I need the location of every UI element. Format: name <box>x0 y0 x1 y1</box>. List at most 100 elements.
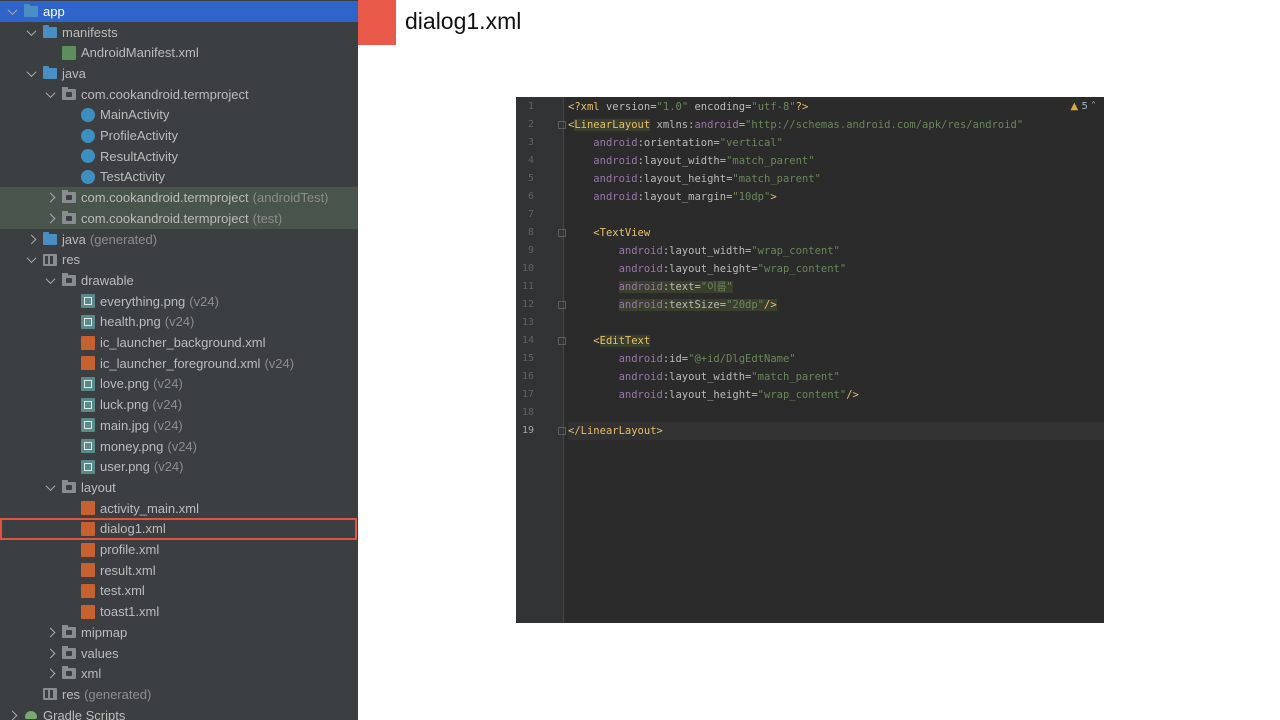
tree-item[interactable]: money.png (v24) <box>0 436 358 457</box>
class-icon <box>81 169 95 184</box>
code-token: :layout_height= <box>662 263 758 275</box>
tree-item-label: ResultActivity <box>100 148 179 164</box>
code-line[interactable]: android:layout_margin="10dp"> <box>568 188 1104 206</box>
chevron-right-icon[interactable] <box>44 629 56 636</box>
class-icon <box>81 107 95 122</box>
fold-marker-icon[interactable] <box>558 121 566 129</box>
tree-item[interactable]: result.xml <box>0 560 358 581</box>
xml-icon <box>81 542 95 557</box>
chevron-down-icon[interactable] <box>44 484 56 491</box>
tree-item[interactable]: layout <box>0 477 358 498</box>
code-token: < <box>593 335 600 347</box>
code-line[interactable]: android:layout_width="match_parent" <box>568 152 1104 170</box>
code-line[interactable]: android:id="@+id/DlgEdtName" <box>568 350 1104 368</box>
tree-item[interactable]: java <box>0 63 358 84</box>
code-line[interactable]: </LinearLayout> <box>568 422 1104 440</box>
chevron-down-icon[interactable] <box>44 91 56 98</box>
tree-item-label: Gradle Scripts <box>43 707 126 720</box>
tree-item[interactable]: toast1.xml <box>0 601 358 622</box>
chevron-right-icon[interactable] <box>6 712 18 719</box>
code-line[interactable]: android:layout_height="match_parent" <box>568 170 1104 188</box>
tree-item-suffix: (v24) <box>152 397 183 413</box>
tree-item[interactable]: user.png (v24) <box>0 456 358 477</box>
code-line[interactable] <box>568 404 1104 422</box>
tree-item[interactable]: com.cookandroid.termproject <box>0 84 358 105</box>
tree-item[interactable]: drawable <box>0 270 358 291</box>
slide-title: dialog1.xml <box>405 8 522 34</box>
fold-marker-icon[interactable] <box>558 229 566 237</box>
code-token: /> <box>764 299 777 311</box>
chevron-down-icon[interactable] <box>6 8 18 15</box>
tree-item[interactable]: app <box>0 1 358 22</box>
tree-item[interactable]: res (generated) <box>0 684 358 705</box>
tree-item-label: main.jpg <box>100 417 150 433</box>
tree-item[interactable]: Gradle Scripts <box>0 705 358 720</box>
chevron-down-icon[interactable] <box>44 277 56 284</box>
tree-item[interactable]: xml <box>0 663 358 684</box>
tree-item-suffix: (androidTest) <box>252 190 329 206</box>
code-token: "wrap_content" <box>757 263 847 275</box>
tree-item-label: MainActivity <box>100 107 170 123</box>
chevron-right-icon[interactable] <box>25 236 37 243</box>
fold-marker-icon[interactable] <box>558 337 566 345</box>
tree-item[interactable]: res <box>0 249 358 270</box>
chevron-down-icon[interactable] <box>25 70 37 77</box>
code-line[interactable]: <TextView <box>568 224 1104 242</box>
code-token: "wrap_content" <box>751 245 840 257</box>
tree-item[interactable]: health.png (v24) <box>0 312 358 333</box>
code-line[interactable]: android:text="이름" <box>568 278 1104 296</box>
tree-item[interactable]: manifests <box>0 22 358 43</box>
code-line[interactable]: <EditText <box>568 332 1104 350</box>
tree-item[interactable]: ProfileActivity <box>0 125 358 146</box>
code-line[interactable]: android:layout_width="wrap_content" <box>568 242 1104 260</box>
tree-item[interactable]: mipmap <box>0 622 358 643</box>
tree-item[interactable]: luck.png (v24) <box>0 394 358 415</box>
tree-item[interactable]: TestActivity <box>0 167 358 188</box>
tree-item[interactable]: com.cookandroid.termproject (androidTest) <box>0 187 358 208</box>
chevron-right-icon[interactable] <box>44 194 56 201</box>
tree-item[interactable]: ic_launcher_background.xml <box>0 332 358 353</box>
code-line[interactable] <box>568 206 1104 224</box>
tree-item[interactable]: activity_main.xml <box>0 498 358 519</box>
code-line[interactable]: android:layout_height="wrap_content"/> <box>568 386 1104 404</box>
tree-item[interactable]: ResultActivity <box>0 146 358 167</box>
chevron-right-icon[interactable] <box>44 670 56 677</box>
code-line[interactable]: <LinearLayout xmlns:android="http://sche… <box>568 116 1104 134</box>
chevron-right-icon[interactable] <box>44 650 56 657</box>
line-number: 16 <box>521 371 534 382</box>
img-icon <box>81 439 95 454</box>
fold-marker-icon[interactable] <box>558 301 566 309</box>
tree-item[interactable]: AndroidManifest.xml <box>0 42 358 63</box>
tree-item[interactable]: love.png (v24) <box>0 374 358 395</box>
tree-item-suffix: (v24) <box>167 438 197 454</box>
tree-item-label: love.png <box>100 376 150 392</box>
tree-item[interactable]: ic_launcher_foreground.xml (v24) <box>0 353 358 374</box>
tree-item[interactable]: main.jpg (v24) <box>0 415 358 436</box>
tree-item[interactable]: com.cookandroid.termproject (test) <box>0 208 358 229</box>
tree-item[interactable]: java (generated) <box>0 229 358 250</box>
tree-item[interactable]: profile.xml <box>0 539 358 560</box>
code-token: TextView <box>599 227 651 239</box>
code-line[interactable]: android:layout_width="match_parent" <box>568 368 1104 386</box>
chevron-down-icon[interactable] <box>25 29 37 36</box>
folder-gray-icon <box>62 624 76 638</box>
code-token: "http://schemas.android.com/apk/res/andr… <box>745 119 1024 131</box>
code-token: "wrap_content" <box>757 389 847 401</box>
code-token: :id= <box>662 353 689 365</box>
tree-item[interactable]: everything.png (v24) <box>0 291 358 312</box>
tree-item[interactable]: test.xml <box>0 581 358 602</box>
chevron-right-icon[interactable] <box>44 215 56 222</box>
code-line[interactable]: android:layout_height="wrap_content" <box>568 260 1104 278</box>
tree-item[interactable]: MainActivity <box>0 105 358 126</box>
code-editor[interactable]: 1 2 3 4 5 6 7 8 9 10 11 12 13 14 15 16 17 18 19 ▲ 5 ˄ <?xm… <box>516 97 1104 623</box>
code-line[interactable] <box>568 314 1104 332</box>
code-line[interactable]: <?xml version="1.0" encoding="utf-8"?> <box>568 98 1104 116</box>
code-line[interactable]: android:orientation="vertical" <box>568 134 1104 152</box>
chevron-down-icon[interactable] <box>25 256 37 263</box>
fold-marker-icon[interactable] <box>558 427 566 435</box>
code-line[interactable]: android:textSize="20dp"/> <box>568 296 1104 314</box>
tree-item-suffix: (v24) <box>153 417 183 433</box>
tree-item[interactable]: values <box>0 643 358 664</box>
tree-item-label: AndroidManifest.xml <box>81 45 199 61</box>
